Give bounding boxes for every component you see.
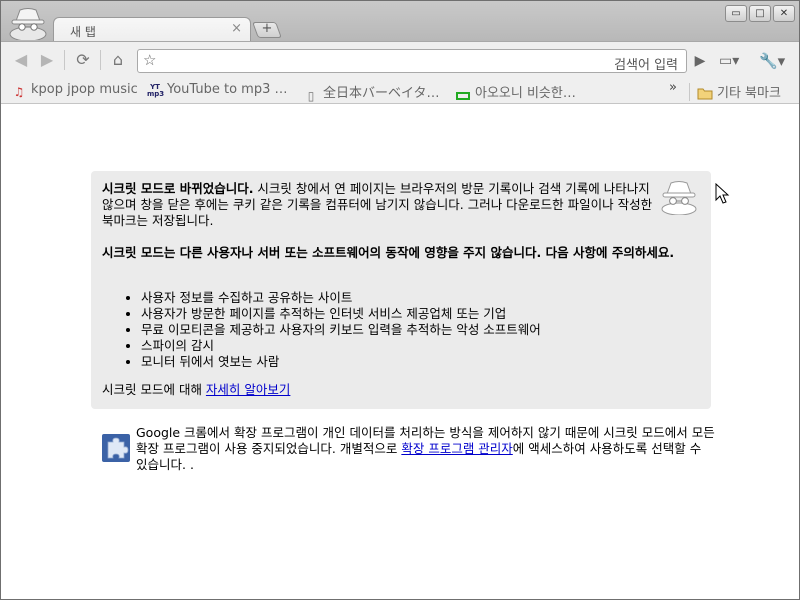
bookmarks-overflow-chevron[interactable]: » (669, 80, 677, 95)
incognito-intro: 시크릿 모드로 바뀌었습니다. 시크릿 창에서 연 페이지는 브라우저의 방문 … (102, 181, 658, 229)
bookmark-label: YouTube to mp3 … (167, 82, 288, 97)
omnibox-hint: 검색어 입력 (614, 58, 678, 73)
other-bookmarks-label: 기타 북마크 (717, 86, 781, 101)
wrench-menu-button[interactable]: 🔧▾ (759, 50, 793, 72)
music-icon: ♫ (13, 85, 25, 99)
tab-new-tab[interactable]: 새 탭 × (53, 17, 251, 42)
list-item: 사용자가 방문한 페이지를 추적하는 인터넷 서비스 제공업체 또는 기업 (141, 306, 541, 322)
page-menu-button[interactable]: ▭▾ (719, 50, 749, 72)
bookmark-item[interactable]: 아오오니 비슷한… (455, 82, 576, 101)
puzzle-piece-icon (102, 434, 130, 462)
extension-manager-link[interactable]: 확장 프로그램 관리자 (401, 441, 512, 456)
learn-more-line: 시크릿 모드에 대해 자세히 알아보기 (102, 382, 290, 398)
bookmarks-bar: ♫ kpop jpop music YT mp3 YouTube to mp3 … ▯… (1, 78, 799, 104)
tab-title: 새 탭 (70, 25, 96, 39)
incognito-info-panel: 시크릿 모드로 바뀌었습니다. 시크릿 창에서 연 페이지는 브라우저의 방문 … (91, 171, 711, 409)
tab-close-icon[interactable]: × (231, 22, 242, 36)
close-button[interactable]: ✕ (773, 5, 795, 22)
maximize-button[interactable]: □ (749, 5, 771, 22)
page-content: 시크릿 모드로 바뀌었습니다. 시크릿 창에서 연 페이지는 브라우저의 방문 … (1, 105, 799, 599)
bookmark-label: kpop jpop music (31, 82, 138, 97)
incognito-logo-icon (9, 8, 47, 40)
home-icon: ⌂ (112, 50, 124, 69)
other-bookmarks-folder[interactable]: 기타 북마크 (697, 82, 781, 102)
warning-list: 사용자 정보를 수집하고 공유하는 사이트 사용자가 방문한 페이지를 추적하는… (141, 290, 541, 370)
mouse-cursor-icon (715, 183, 730, 204)
reload-icon: ⟳ (76, 50, 90, 69)
list-item: 스파이의 감시 (141, 338, 541, 354)
extensions-disabled-notice: Google 크롬에서 확장 프로그램이 개인 데이터를 처리하는 방식을 제어… (136, 425, 716, 473)
toolbar-divider (64, 50, 65, 70)
tab-strip: 새 탭 × + ▭ □ ✕ (1, 1, 799, 42)
plus-icon: + (261, 21, 273, 36)
bookmark-star-icon[interactable]: ☆ (143, 51, 156, 69)
bookmark-label: 全日本バーベイタ… (323, 86, 440, 101)
close-icon: ✕ (779, 8, 789, 19)
minimize-button[interactable]: ▭ (725, 5, 747, 22)
list-item: 무료 이모티콘을 제공하고 사용자의 키보드 입력을 추적하는 악성 소프트웨어 (141, 322, 541, 338)
home-button[interactable]: ⌂ (106, 49, 130, 71)
incognito-warning: 시크릿 모드는 다른 사용자나 서버 또는 소프트웨어의 동작에 영향을 주지 … (102, 245, 675, 260)
browser-window: 새 탭 × + ▭ □ ✕ ◀ ▶ ⟳ ⌂ ☆ 검색어 입력 ▶ ▭▾ 🔧▾ ♫… (0, 0, 800, 600)
forward-button[interactable]: ▶ (35, 49, 59, 71)
folder-icon (697, 86, 713, 102)
go-icon: ▶ (694, 53, 706, 69)
yt-mp3-icon: YT mp3 (147, 83, 165, 98)
reload-button[interactable]: ⟳ (71, 49, 95, 71)
go-button[interactable]: ▶ (689, 50, 711, 72)
maximize-icon: □ (755, 8, 765, 19)
learn-more-link[interactable]: 자세히 알아보기 (206, 382, 290, 397)
toolbar: ◀ ▶ ⟳ ⌂ ☆ 검색어 입력 ▶ ▭▾ 🔧▾ (1, 41, 799, 78)
back-arrow-icon: ◀ (14, 50, 28, 69)
list-item: 모니터 뒤에서 엿보는 사람 (141, 354, 541, 370)
forward-arrow-icon: ▶ (40, 50, 54, 69)
omnibox[interactable]: ☆ 검색어 입력 (137, 49, 687, 73)
back-button[interactable]: ◀ (9, 49, 33, 71)
list-item: 사용자 정보를 수집하고 공유하는 사이트 (141, 290, 541, 306)
bookmarks-divider (689, 83, 690, 101)
page-menu-icon: ▭▾ (719, 53, 740, 69)
bookmark-item[interactable]: ▯ 全日本バーベイタ… (303, 82, 440, 103)
learn-more-prefix: 시크릿 모드에 대해 (102, 382, 206, 397)
wrench-icon: 🔧▾ (759, 52, 786, 70)
toolbar-divider (100, 50, 101, 70)
bookmark-item[interactable]: YT mp3 YouTube to mp3 … (147, 82, 288, 100)
page-icon: ▯ (307, 89, 315, 103)
minimize-icon: ▭ (731, 8, 741, 19)
incognito-icon (661, 181, 697, 215)
bookmark-label: 아오오니 비슷한… (475, 86, 576, 101)
incognito-intro-bold: 시크릿 모드로 바뀌었습니다. (102, 181, 254, 196)
bookmark-item[interactable]: ♫ kpop jpop music (11, 82, 138, 100)
green-rect-icon (455, 88, 471, 104)
